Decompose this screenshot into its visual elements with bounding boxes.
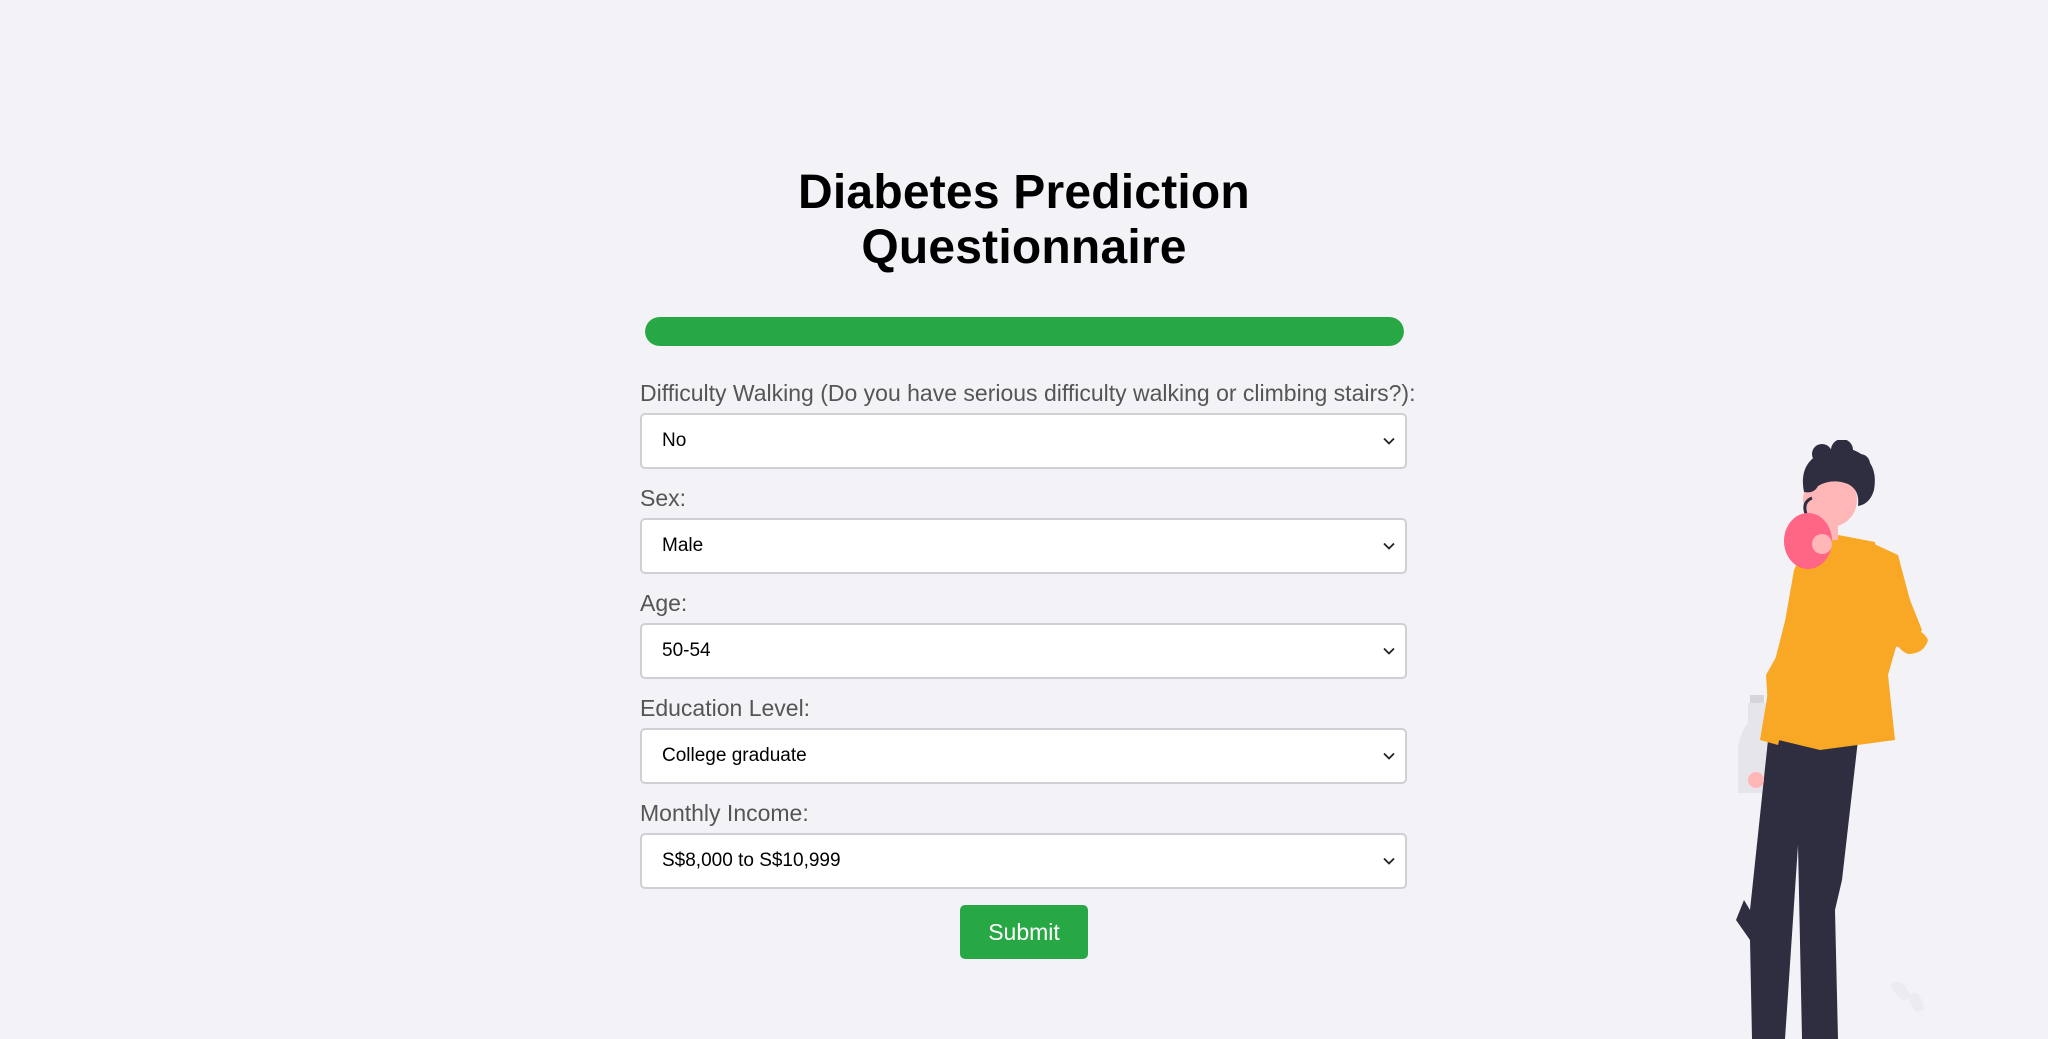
submit-button[interactable]: Submit xyxy=(960,905,1088,959)
age-value: 50-54 xyxy=(662,640,711,661)
chevron-down-icon xyxy=(1383,437,1395,445)
field-monthly-income: Monthly Income: S$8,000 to S$10,999 xyxy=(640,800,1408,889)
sex-select[interactable]: Male xyxy=(640,518,1407,574)
progress-bar xyxy=(645,317,1404,346)
questionnaire-form: Diabetes Prediction Questionnaire Diffic… xyxy=(640,165,1416,959)
field-education-level: Education Level: College graduate xyxy=(640,695,1408,784)
difficulty-walking-label: Difficulty Walking (Do you have serious … xyxy=(640,380,1416,406)
sex-value: Male xyxy=(662,535,704,556)
submit-wrapper: Submit xyxy=(640,905,1408,959)
monthly-income-value: S$8,000 to S$10,999 xyxy=(662,850,841,871)
chevron-down-icon xyxy=(1383,542,1395,550)
page-title: Diabetes Prediction Questionnaire xyxy=(798,166,1250,274)
monthly-income-label: Monthly Income: xyxy=(640,800,809,826)
age-label: Age: xyxy=(640,590,688,616)
progress-bar-fill xyxy=(645,317,1404,346)
education-level-select[interactable]: College graduate xyxy=(640,728,1407,784)
page: Diabetes Prediction Questionnaire Diffic… xyxy=(0,0,2048,1039)
sex-label: Sex: xyxy=(640,485,687,511)
field-difficulty-walking: Difficulty Walking (Do you have serious … xyxy=(640,380,1416,469)
monthly-income-select[interactable]: S$8,000 to S$10,999 xyxy=(640,833,1407,889)
difficulty-walking-select[interactable]: No xyxy=(640,413,1407,469)
chevron-down-icon xyxy=(1383,857,1395,865)
field-age: Age: 50-54 xyxy=(640,590,1408,679)
chevron-down-icon xyxy=(1383,647,1395,655)
education-level-value: College graduate xyxy=(662,745,807,766)
age-select[interactable]: 50-54 xyxy=(640,623,1407,679)
field-sex: Sex: Male xyxy=(640,485,1408,574)
person-eating-apple-illustration xyxy=(1736,440,1928,1039)
education-level-label: Education Level: xyxy=(640,695,811,721)
chevron-down-icon xyxy=(1383,752,1395,760)
difficulty-walking-value: No xyxy=(662,430,687,451)
